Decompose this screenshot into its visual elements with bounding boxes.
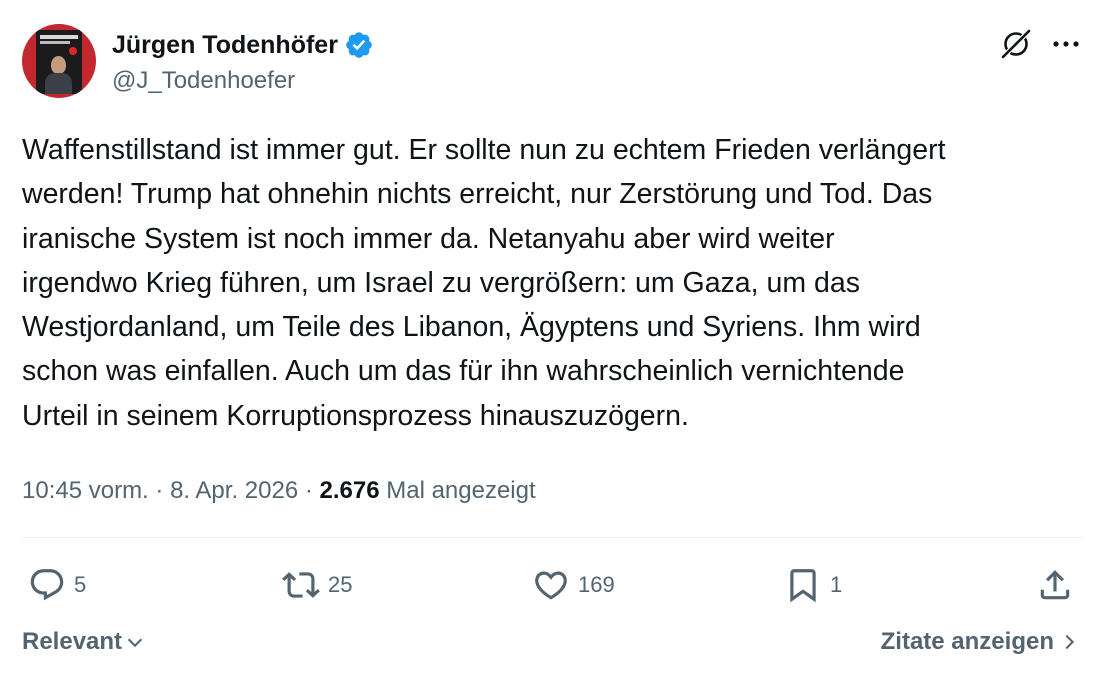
repost-count: 25 <box>328 572 353 597</box>
bookmark-count: 1 <box>830 572 843 597</box>
grok-icon[interactable] <box>998 26 1034 62</box>
meta-separator: · <box>298 477 320 504</box>
bookmark-icon <box>790 569 816 603</box>
meta-separator: · <box>148 477 171 504</box>
verified-badge-icon <box>346 32 372 58</box>
reply-icon <box>30 569 64 601</box>
chevron-right-icon <box>1065 634 1075 650</box>
view-label: Mal angezeigt <box>379 477 536 504</box>
more-icon[interactable] <box>1050 30 1082 58</box>
tweet-time[interactable]: 10:45 vorm. <box>22 477 149 504</box>
author-name-line[interactable]: Jürgen Todenhöfer <box>112 30 374 60</box>
tweet-meta: 10:45 vorm. · 8. Apr. 2026 · 2.676 Mal a… <box>22 475 536 507</box>
reply-button[interactable]: 5 <box>28 565 86 605</box>
divider <box>22 537 1084 538</box>
view-quotes-link[interactable]: Zitate anzeigen <box>881 628 1080 656</box>
reply-count: 5 <box>74 572 87 597</box>
like-count: 169 <box>578 572 615 597</box>
view-count: 2.676 <box>319 477 380 504</box>
share-icon <box>1040 570 1070 600</box>
tweet-date[interactable]: 8. Apr. 2026 <box>170 477 298 504</box>
like-button[interactable]: 169 <box>532 565 615 605</box>
tweet-detail: Jürgen Todenhöfer @J_Todenhoefer Waffens… <box>0 0 1106 674</box>
sort-dropdown[interactable]: Relevant <box>22 628 146 656</box>
quotes-label: Zitate anzeigen <box>880 628 1054 655</box>
avatar[interactable] <box>22 24 96 98</box>
repost-icon <box>282 572 320 598</box>
heart-icon <box>535 571 567 600</box>
repost-button[interactable]: 25 <box>282 565 352 605</box>
chevron-down-icon <box>127 638 143 648</box>
share-button[interactable] <box>1036 565 1074 605</box>
author-handle[interactable]: @J_Todenhoefer <box>112 66 295 96</box>
author-name[interactable]: Jürgen Todenhöfer <box>112 30 338 60</box>
tweet-text: Waffenstillstand ist immer gut. Er sollt… <box>22 134 946 432</box>
sort-label: Relevant <box>22 628 123 655</box>
bookmark-button[interactable]: 1 <box>784 565 842 605</box>
